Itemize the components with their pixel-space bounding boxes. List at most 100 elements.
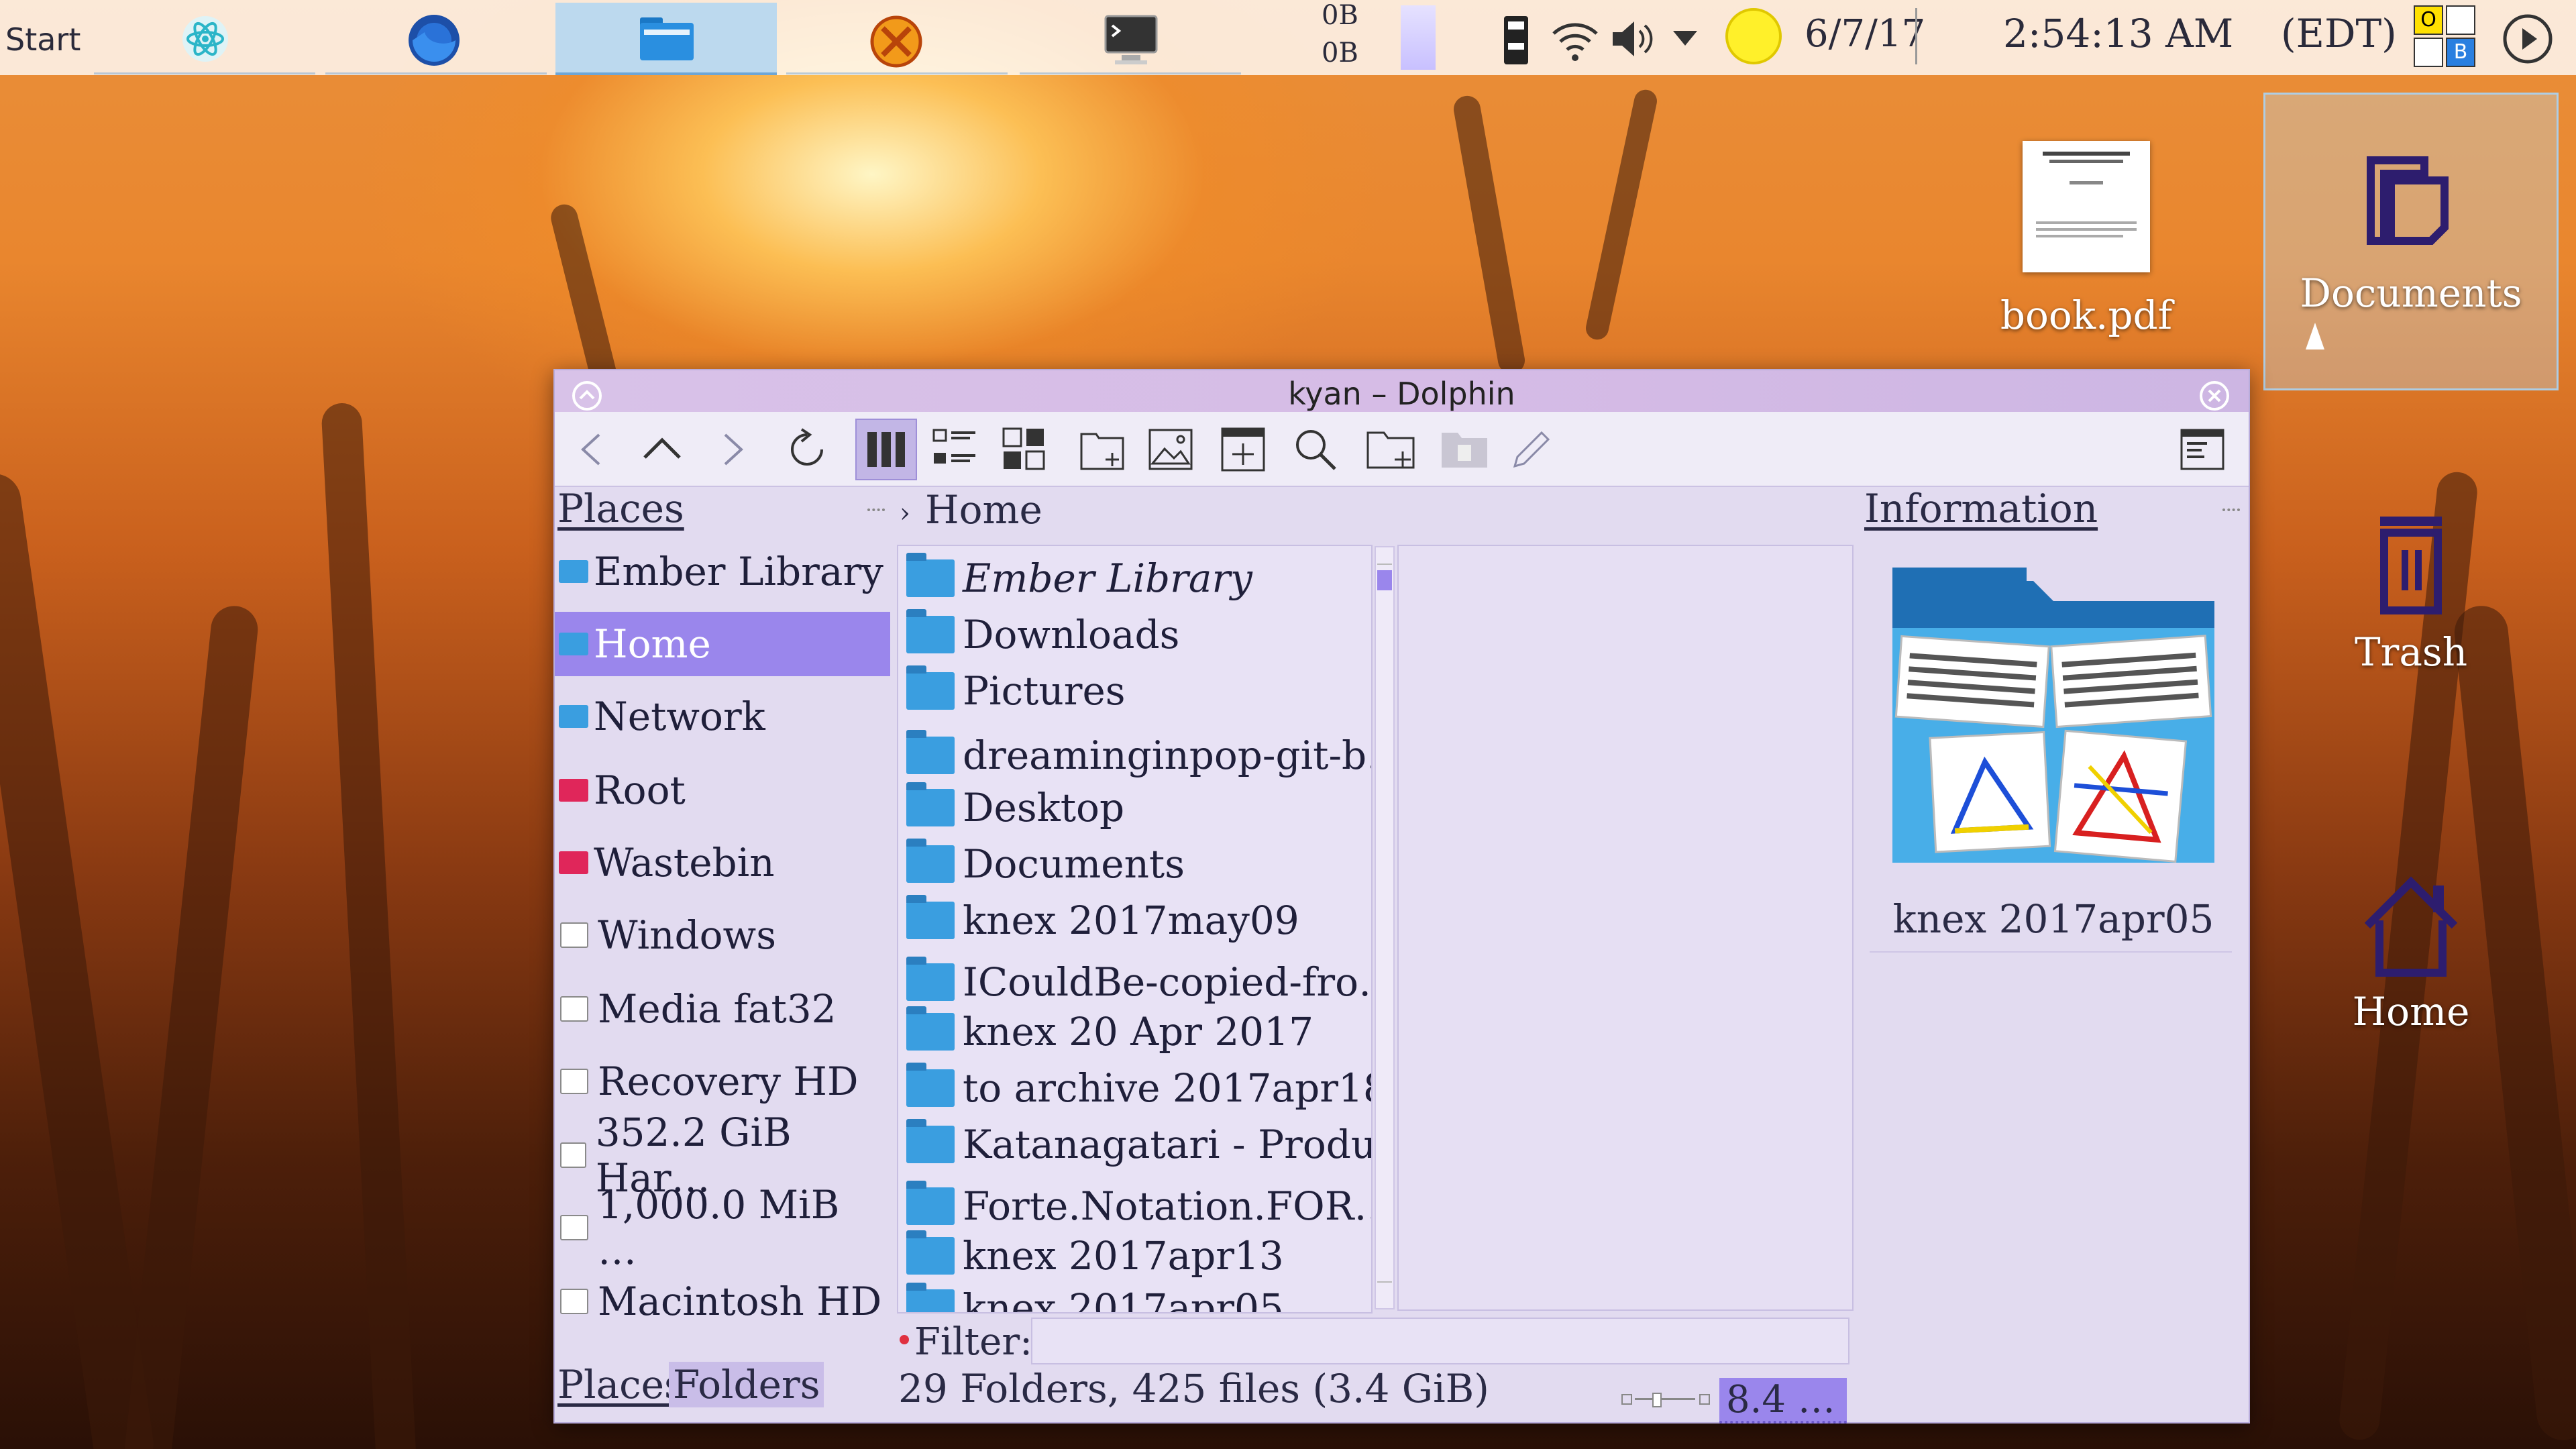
task-dolphin[interactable] xyxy=(555,3,777,75)
folder-icon xyxy=(906,782,955,826)
panels-menu-button[interactable] xyxy=(2171,419,2233,480)
task-app-orange[interactable] xyxy=(786,3,1008,74)
list-item[interactable]: Ember Library xyxy=(906,550,1252,606)
trash-folder-icon xyxy=(1442,433,1487,468)
tab-folders[interactable]: Folders xyxy=(669,1362,824,1407)
cpu-monitor[interactable] xyxy=(1401,5,1436,70)
view-icons-button[interactable] xyxy=(994,419,1055,480)
list-item[interactable]: Downloads xyxy=(906,606,1179,663)
list-item[interactable]: ICouldBe-copied-fro… xyxy=(906,954,1371,1010)
pager-desktop-3[interactable] xyxy=(2414,38,2443,67)
folder-icon xyxy=(906,730,955,774)
list-item[interactable]: Pictures xyxy=(906,663,1126,719)
split-view-button[interactable] xyxy=(1071,419,1133,480)
place-root[interactable]: Root xyxy=(555,758,890,822)
main-toolbar xyxy=(555,412,2249,487)
desktop-icon-home[interactable]: Home xyxy=(2263,872,2559,1034)
place-media-fat32[interactable]: Media fat32 xyxy=(555,977,890,1041)
breadcrumb[interactable]: › Home xyxy=(900,486,1731,539)
date-label[interactable]: 6/7/17 xyxy=(1805,12,1925,56)
play-circle-icon[interactable] xyxy=(2501,12,2555,66)
list-item[interactable]: Documents xyxy=(906,836,1185,892)
list-item[interactable]: Katanagatari - Produ… xyxy=(906,1116,1371,1173)
home-icon xyxy=(2364,876,2458,977)
place-label: Network xyxy=(594,694,765,739)
list-item[interactable]: to archive 2017apr18 xyxy=(906,1060,1373,1116)
place-windows[interactable]: Windows xyxy=(555,903,890,967)
drive-icon xyxy=(560,996,588,1022)
file-list-scrollbar[interactable] xyxy=(1375,546,1395,1309)
filter-close-icon[interactable] xyxy=(900,1335,909,1344)
folder-icon xyxy=(906,1230,955,1275)
divider xyxy=(1915,8,1917,64)
clock-label[interactable]: 2:54:13 AM xyxy=(2003,11,2233,56)
task-firefox[interactable] xyxy=(325,3,547,74)
zoom-slider[interactable] xyxy=(1621,1390,1710,1407)
trash-button[interactable] xyxy=(1434,419,1495,480)
task-atom[interactable] xyxy=(94,3,315,74)
volume-icon[interactable] xyxy=(1610,17,1654,60)
desktop-icon-trash[interactable]: Trash xyxy=(2263,510,2559,675)
panel-dock-handle[interactable] xyxy=(2222,508,2240,518)
search-button[interactable] xyxy=(1285,419,1346,480)
folder-icon xyxy=(906,1063,955,1107)
file-name: Ember Library xyxy=(963,555,1252,601)
start-button[interactable]: Start xyxy=(5,21,80,58)
task-terminal[interactable] xyxy=(1020,3,1241,74)
folder-icon xyxy=(906,609,955,653)
sun-icon[interactable] xyxy=(1725,8,1782,64)
place-wastebin[interactable]: Wastebin xyxy=(555,830,890,895)
window-titlebar[interactable]: kyan – Dolphin xyxy=(555,370,2249,412)
pager-desktop-4[interactable]: B xyxy=(2446,38,2475,67)
up-button[interactable] xyxy=(631,419,693,480)
file-name: to archive 2017apr18 xyxy=(963,1065,1373,1111)
new-window-button[interactable] xyxy=(1212,419,1274,480)
close-icon[interactable] xyxy=(2198,380,2231,412)
place-label: Media fat32 xyxy=(598,986,837,1032)
zoom-slider-handle[interactable] xyxy=(1652,1393,1662,1407)
list-item[interactable]: knex 20 Apr 2017 xyxy=(906,1004,1313,1060)
new-folder-button[interactable] xyxy=(1360,419,1421,480)
place-macintosh-hd[interactable]: Macintosh HD xyxy=(555,1269,890,1334)
place-hard-drive-352[interactable]: 352.2 GiB Har… xyxy=(555,1110,890,1201)
pager-desktop-2[interactable] xyxy=(2446,5,2475,35)
scrollbar-thumb[interactable] xyxy=(1377,570,1392,590)
list-item[interactable]: Desktop xyxy=(906,780,1124,836)
panel-dock-handle[interactable] xyxy=(867,508,885,518)
scroll-up-button[interactable] xyxy=(1377,549,1392,565)
list-item[interactable]: knex 2017may09 xyxy=(906,892,1299,949)
wifi-icon[interactable] xyxy=(1550,15,1601,63)
file-name: Pictures xyxy=(963,668,1126,714)
place-home[interactable]: Home xyxy=(555,612,890,676)
tab-places[interactable]: Places xyxy=(557,1362,684,1407)
list-item[interactable]: Forte.Notation.FOR… xyxy=(906,1178,1373,1234)
desktop-icon-documents[interactable]: Documents xyxy=(2263,93,2559,390)
forward-button[interactable] xyxy=(701,419,763,480)
details-view-icon xyxy=(932,429,975,464)
list-item[interactable]: knex 2017apr13 xyxy=(906,1228,1284,1284)
list-item[interactable]: knex 2017apr05 xyxy=(906,1280,1284,1312)
back-button[interactable] xyxy=(561,419,623,480)
view-columns-button[interactable] xyxy=(855,419,917,480)
rename-button[interactable] xyxy=(1501,419,1562,480)
status-text: 29 Folders, 425 files (3.4 GiB) xyxy=(898,1366,1489,1411)
desktop-icon-book-pdf[interactable]: book.pdf xyxy=(1979,134,2194,338)
free-space-indicator[interactable]: 8.4 … xyxy=(1719,1378,1847,1424)
place-network[interactable]: Network xyxy=(555,684,890,749)
filter-input[interactable] xyxy=(1031,1318,1849,1364)
chevron-down-icon[interactable] xyxy=(1672,30,1699,47)
reload-button[interactable] xyxy=(776,419,838,480)
scroll-down-button[interactable] xyxy=(1377,1281,1392,1297)
pager-desktop-1[interactable]: O xyxy=(2414,5,2443,35)
place-drive-1000mib[interactable]: 1,000.0 MiB … xyxy=(555,1182,890,1273)
view-details-button[interactable] xyxy=(924,419,985,480)
file-name: Forte.Notation.FOR… xyxy=(963,1183,1373,1229)
usb-drive-icon[interactable] xyxy=(1500,13,1532,67)
pager[interactable]: O B xyxy=(2414,5,2477,70)
preview-button[interactable] xyxy=(1140,419,1201,480)
breadcrumb-home[interactable]: Home xyxy=(925,487,1042,533)
add-panel-icon xyxy=(1221,427,1265,472)
place-ember-library[interactable]: Ember Library xyxy=(555,539,890,604)
place-recovery-hd[interactable]: Recovery HD xyxy=(555,1049,890,1114)
list-item[interactable]: dreaminginpop-git-b… xyxy=(906,727,1371,784)
